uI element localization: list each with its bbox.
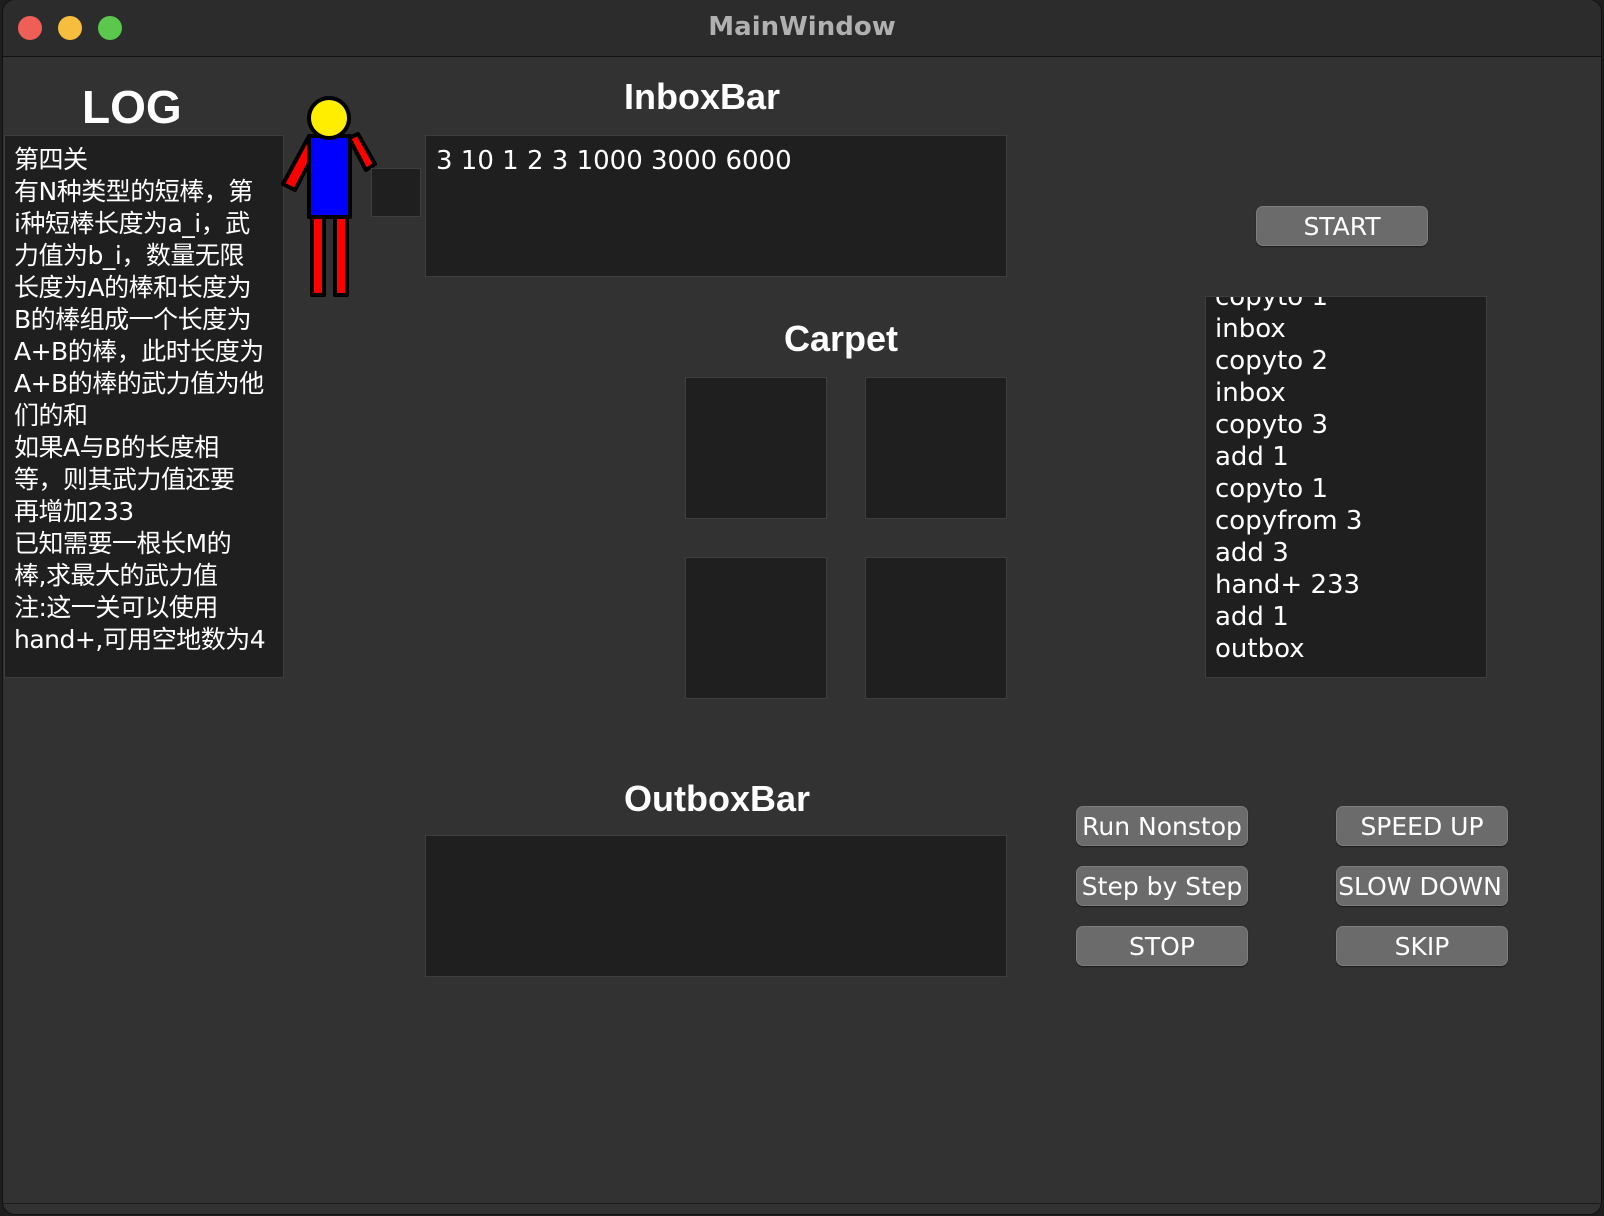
main-window: MainWindow LOG 第四关有N种类型的短棒，第 i种短棒长度为a_i，武…	[3, 0, 1601, 1214]
log-line: 有N种类型的短棒，第	[14, 177, 253, 206]
skip-button[interactable]: SKIP	[1336, 926, 1508, 966]
log-text: 第四关有N种类型的短棒，第 i种短棒长度为a_i，武 力值为b_i，数量无限 长度为A…	[14, 144, 274, 656]
code-line[interactable]: copyto 1	[1215, 473, 1362, 505]
robot-right-arm	[347, 132, 377, 172]
log-line: 棒,求最大的武力值	[14, 561, 218, 590]
stop-button[interactable]: STOP	[1076, 926, 1248, 966]
inbox-content: 3 10 1 2 3 1000 3000 6000	[436, 146, 792, 176]
slow-down-button[interactable]: SLOW DOWN	[1336, 866, 1508, 906]
log-line: A+B的棒，此时长度为	[14, 337, 264, 366]
code-line[interactable]: inbox	[1215, 377, 1362, 409]
carpet-heading: Carpet	[784, 318, 899, 359]
start-button[interactable]: START	[1256, 206, 1428, 246]
status-bar-divider	[3, 1203, 1601, 1204]
inbox-heading: InboxBar	[624, 76, 781, 117]
run-nonstop-button[interactable]: Run Nonstop	[1076, 806, 1248, 846]
log-line: 如果A与B的长度相	[14, 433, 219, 462]
outbox-bar	[425, 835, 1007, 977]
log-line: i种短棒长度为a_i，武	[14, 209, 250, 238]
code-line[interactable]: hand+ 233	[1215, 569, 1362, 601]
code-line[interactable]: copyto 1	[1215, 297, 1362, 313]
carpet-cell-2	[865, 377, 1007, 519]
log-line: 已知需要一根长M的	[14, 529, 232, 558]
log-line: 等，则其武力值还要	[14, 465, 235, 494]
code-line[interactable]: outbox	[1215, 633, 1362, 665]
speed-up-button[interactable]: SPEED UP	[1336, 806, 1508, 846]
code-list-panel[interactable]: copyto 1 inbox copyto 2 inbox copyto 3 add 1c…	[1205, 296, 1487, 678]
carpet-cell-3	[685, 557, 827, 699]
log-panel: 第四关有N种类型的短棒，第 i种短棒长度为a_i，武 力值为b_i，数量无限 长度为A…	[4, 135, 284, 678]
log-line: 第四关	[14, 145, 88, 174]
code-line[interactable]: add 3	[1215, 537, 1362, 569]
carpet-cell-1	[685, 377, 827, 519]
window-title: MainWindow	[708, 12, 896, 42]
log-line: 再增加233	[14, 497, 134, 526]
outbox-heading: OutboxBar	[624, 778, 811, 819]
log-line: A+B的棒的武力值为他	[14, 369, 264, 398]
robot-figure	[281, 96, 377, 297]
step-by-step-button[interactable]: Step by Step	[1076, 866, 1248, 906]
title-bar: MainWindow	[3, 0, 1601, 57]
log-line: 们的和	[14, 401, 88, 430]
inbox-bar: 3 10 1 2 3 1000 3000 6000	[425, 135, 1007, 277]
robot-right-leg	[333, 213, 349, 297]
log-line: 长度为A的棒和长度为	[14, 273, 252, 302]
code-line[interactable]: copyfrom 3	[1215, 505, 1362, 537]
robot-hand-slot	[371, 168, 421, 217]
code-line[interactable]: copyto 3	[1215, 409, 1362, 441]
log-line: 力值为b_i，数量无限	[14, 241, 244, 270]
log-line: 注:这一关可以使用	[14, 593, 218, 622]
robot-left-leg	[310, 213, 326, 297]
robot-head	[307, 96, 351, 140]
code-line[interactable]: add 1	[1215, 601, 1362, 633]
log-line: B的棒组成一个长度为	[14, 305, 252, 334]
carpet-cell-4	[865, 557, 1007, 699]
log-line: hand+,可用空地数为4	[14, 625, 266, 654]
code-line[interactable]: copyto 2	[1215, 345, 1362, 377]
code-line[interactable]: add 1	[1215, 441, 1362, 473]
code-list: copyto 1 inbox copyto 2 inbox copyto 3 add 1c…	[1215, 297, 1362, 665]
log-heading: LOG	[82, 81, 182, 133]
robot-body	[307, 134, 352, 219]
code-line[interactable]: inbox	[1215, 313, 1362, 345]
